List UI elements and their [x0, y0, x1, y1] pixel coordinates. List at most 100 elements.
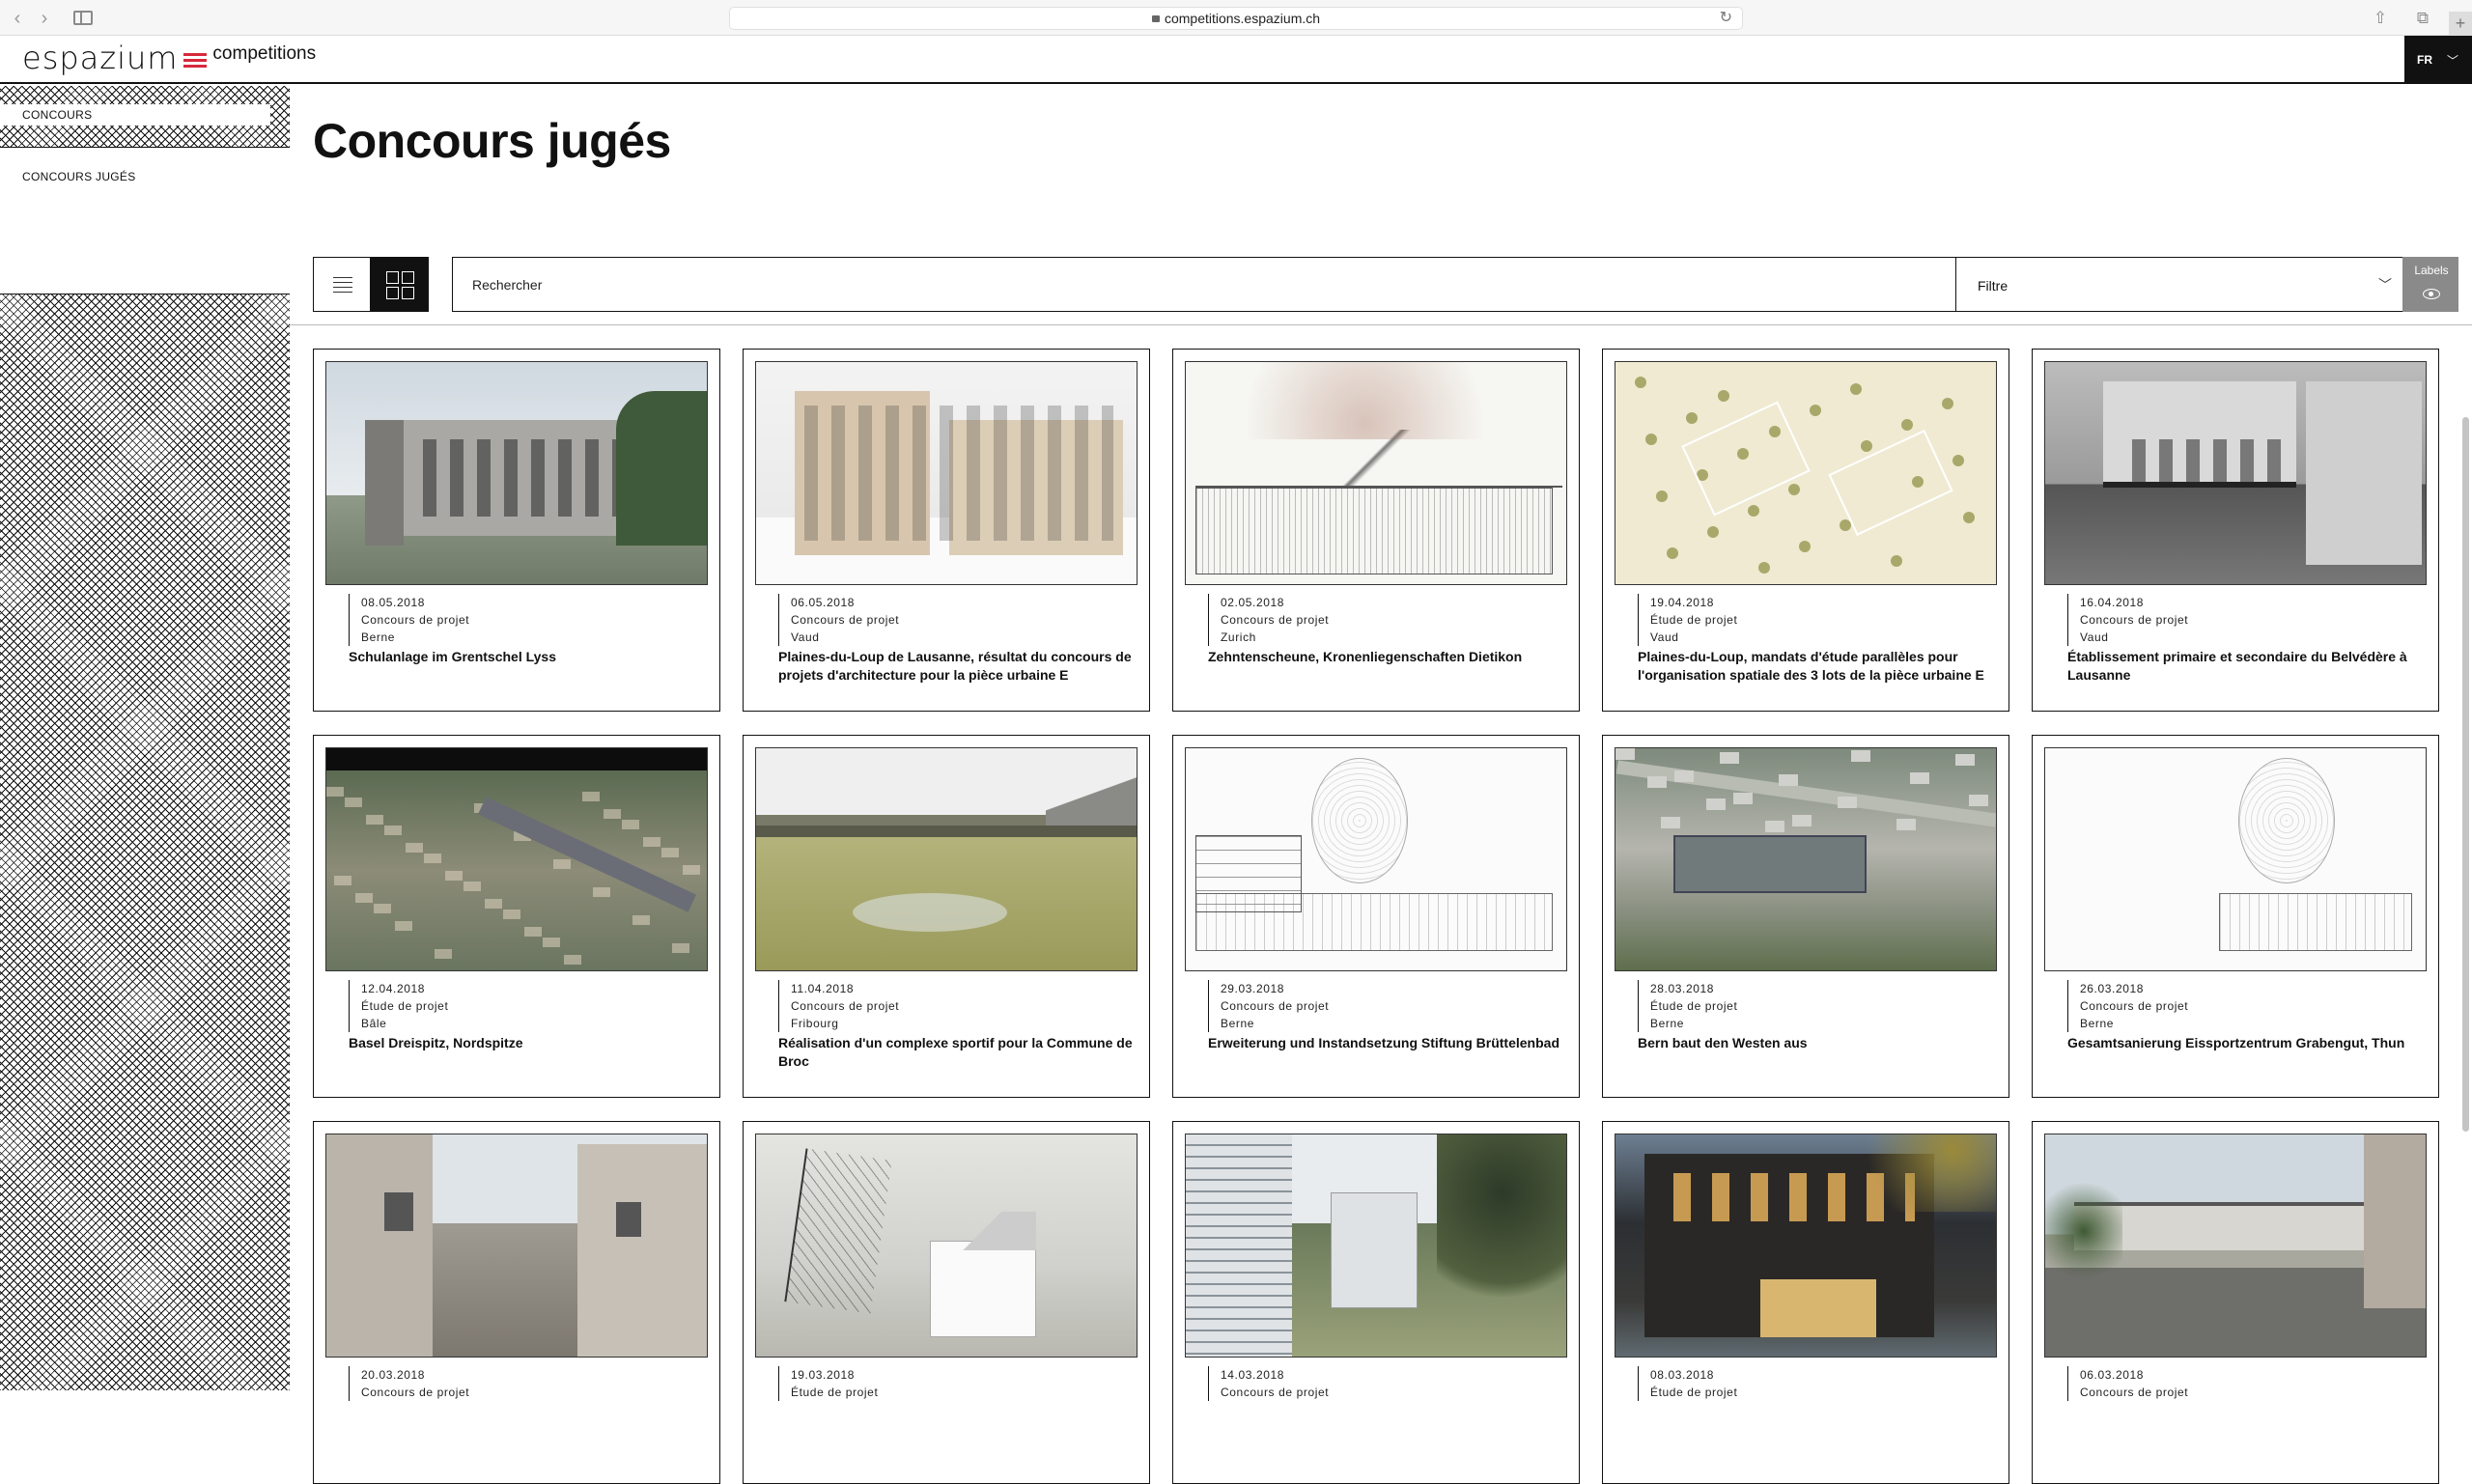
image-detail [2306, 381, 2422, 565]
image-detail [1046, 777, 1137, 826]
card-title[interactable]: Bern baut den Westen aus [1638, 1034, 1995, 1052]
competition-card[interactable]: 14.03.2018 Concours de projet [1172, 1121, 1580, 1484]
image-detail [1195, 835, 1302, 912]
card-title[interactable]: Plaines-du-Loup, mandats d'étude parallè… [1638, 648, 1995, 685]
card-title[interactable]: Zehntenscheune, Kronenliegenschaften Die… [1208, 648, 1565, 666]
image-detail [930, 1241, 1036, 1337]
card-image[interactable] [1185, 361, 1567, 585]
card-title[interactable]: Établissement primaire et secondaire du … [2067, 648, 2425, 685]
search-field[interactable] [452, 257, 1956, 312]
card-title[interactable]: Plaines-du-Loup de Lausanne, résultat du… [778, 648, 1136, 685]
competition-card[interactable]: 08.05.2018 Concours de projet Berne Schulan… [313, 349, 720, 712]
competition-card[interactable]: 02.05.2018 Concours de projet Zurich Zehnte… [1172, 349, 1580, 712]
labels-toggle-button[interactable]: Labels [2402, 257, 2458, 312]
competition-card[interactable]: 16.04.2018 Concours de projet Vaud Établiss… [2032, 349, 2439, 712]
card-image[interactable] [325, 361, 708, 585]
card-date: 11.04.2018 [791, 982, 855, 995]
card-type: Étude de projet [1650, 613, 1738, 627]
list-icon [333, 277, 352, 293]
image-detail [1851, 750, 1870, 762]
search-input[interactable] [454, 259, 1902, 310]
card-image[interactable] [755, 361, 1138, 585]
competition-card[interactable]: 26.03.2018 Concours de projet Berne Gesamts… [2032, 735, 2439, 1098]
card-title[interactable]: Basel Dreispitz, Nordspitze [349, 1034, 706, 1052]
card-title[interactable]: Erweiterung und Instandsetzung Stiftung … [1208, 1034, 1565, 1052]
image-detail [355, 893, 373, 903]
image-detail [326, 787, 344, 797]
image-detail [503, 910, 520, 919]
competition-card[interactable]: 12.04.2018 Étude de projet Bâle Basel Dreis… [313, 735, 720, 1098]
back-icon[interactable]: ‹ [8, 9, 27, 28]
competition-card[interactable]: 29.03.2018 Concours de projet Berne Erweite… [1172, 735, 1580, 1098]
reload-icon[interactable]: ↻ [1720, 8, 1732, 29]
card-date: 19.04.2018 [1650, 596, 1715, 609]
competition-card[interactable]: 20.03.2018 Concours de projet [313, 1121, 720, 1484]
image-detail [1779, 774, 1798, 786]
card-date: 28.03.2018 [1650, 982, 1715, 995]
image-detail [1718, 390, 1729, 402]
card-image[interactable] [1185, 747, 1567, 971]
image-detail [784, 1148, 892, 1314]
card-title[interactable]: Gesamtsanierung Eissportzentrum Grabengu… [2067, 1034, 2425, 1052]
card-image[interactable] [325, 747, 708, 971]
card-image[interactable] [2044, 361, 2427, 585]
card-region: Fribourg [791, 1017, 839, 1030]
main-content: Concours jugés Filtre ﹀ Labels 08.05.201… [290, 86, 2472, 1484]
filter-select[interactable]: Filtre ﹀ [1955, 257, 2406, 312]
card-image[interactable] [755, 747, 1138, 971]
chevron-down-icon: ﹀ [2447, 54, 2459, 68]
card-image[interactable] [1615, 1134, 1997, 1358]
logo-bars-icon [183, 53, 208, 70]
card-title[interactable]: Réalisation d'un complexe sportif pour l… [778, 1034, 1136, 1071]
card-image[interactable] [1615, 361, 1997, 585]
card-region: Berne [2080, 1017, 2115, 1030]
image-detail [930, 1212, 1036, 1250]
card-date: 02.05.2018 [1221, 596, 1285, 609]
sidebar-item-concours[interactable]: CONCOURS [0, 104, 270, 126]
image-detail [1765, 821, 1784, 832]
competition-card[interactable]: 11.04.2018 Concours de projet Fribourg Réal… [743, 735, 1150, 1098]
labels-label: Labels [2414, 264, 2449, 277]
card-region: Berne [1221, 1017, 1255, 1030]
new-tab-icon[interactable]: + [2449, 12, 2472, 36]
card-image[interactable] [325, 1134, 708, 1358]
tabs-icon[interactable]: ⧉ [2413, 9, 2432, 28]
card-type: Étude de projet [791, 1386, 879, 1399]
share-icon[interactable]: ⇧ [2371, 9, 2390, 28]
card-image[interactable] [1615, 747, 1997, 971]
card-title[interactable]: Schulanlage im Grentschel Lyss [349, 648, 706, 666]
divider [290, 324, 2472, 325]
card-image[interactable] [2044, 1134, 2427, 1358]
language-code: FR [2417, 53, 2432, 67]
sidebar-hatch-bottom [0, 294, 290, 1390]
grid-view-button[interactable] [370, 257, 429, 312]
image-detail [1186, 1134, 1292, 1357]
address-bar[interactable]: competitions.espazium.ch ↻ [729, 7, 1743, 30]
image-detail [1799, 541, 1811, 552]
competition-card[interactable]: 08.03.2018 Étude de projet [1602, 1121, 2009, 1484]
image-detail [1205, 362, 1524, 439]
card-image[interactable] [755, 1134, 1138, 1358]
language-selector[interactable]: FR ﹀ [2404, 36, 2472, 84]
list-view-button[interactable] [313, 257, 371, 312]
image-detail [395, 921, 412, 931]
logo[interactable]: espazium competitions [22, 42, 316, 74]
scrollbar[interactable] [2462, 417, 2469, 1132]
image-detail [485, 899, 502, 909]
competition-card[interactable]: 19.04.2018 Étude de projet Vaud Plaines-du-… [1602, 349, 2009, 712]
competition-card[interactable]: 06.03.2018 Concours de projet [2032, 1121, 2439, 1484]
image-detail [593, 887, 610, 897]
forward-icon[interactable]: › [35, 9, 54, 28]
competition-card[interactable]: 28.03.2018 Étude de projet Berne Bern baut … [1602, 735, 2009, 1098]
image-detail [445, 871, 463, 881]
sidebar-item-concours-juges[interactable]: CONCOURS JUGÉS [22, 170, 136, 183]
card-image[interactable] [1185, 1134, 1567, 1358]
image-detail [804, 406, 1113, 541]
image-detail [1901, 419, 1913, 431]
image-detail [616, 1202, 641, 1237]
card-type: Concours de projet [1221, 613, 1330, 627]
competition-card[interactable]: 19.03.2018 Étude de projet [743, 1121, 1150, 1484]
sidebar-toggle-icon[interactable] [73, 11, 93, 25]
competition-card[interactable]: 06.05.2018 Concours de projet Vaud Plaines-… [743, 349, 1150, 712]
card-image[interactable] [2044, 747, 2427, 971]
